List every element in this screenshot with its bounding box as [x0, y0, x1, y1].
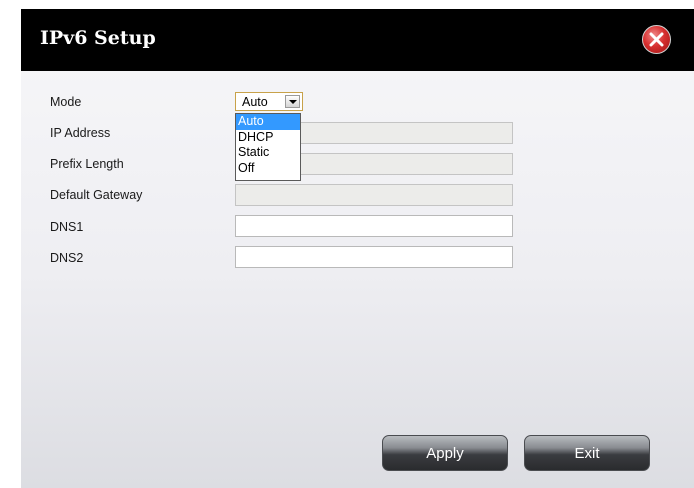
mode-select[interactable]: Auto [235, 92, 303, 111]
mode-option-static[interactable]: Static [236, 145, 300, 161]
mode-label: Mode [50, 95, 82, 109]
dns1-field[interactable] [235, 215, 513, 237]
chevron-down-icon[interactable] [285, 95, 300, 108]
dns1-label: DNS1 [50, 220, 84, 234]
mode-dropdown-list: Auto DHCP Static Off [235, 113, 301, 181]
default-gateway-label: Default Gateway [50, 188, 143, 202]
dialog-titlebar: IPv6 Setup [21, 9, 694, 71]
dns2-label: DNS2 [50, 251, 84, 265]
default-gateway-field[interactable] [235, 184, 513, 206]
dns2-field[interactable] [235, 246, 513, 268]
ip-address-label: IP Address [50, 126, 111, 140]
exit-button[interactable]: Exit [524, 435, 650, 471]
mode-option-dhcp[interactable]: DHCP [236, 130, 300, 146]
apply-button[interactable]: Apply [382, 435, 508, 471]
mode-select-value: Auto [242, 95, 268, 109]
close-icon [649, 32, 664, 47]
exit-button-label: Exit [574, 445, 600, 462]
prefix-length-label: Prefix Length [50, 157, 124, 171]
ipv6-setup-dialog: IPv6 Setup Mode Auto Auto DHCP Static Of… [21, 9, 694, 488]
mode-option-auto[interactable]: Auto [236, 114, 300, 130]
mode-option-off[interactable]: Off [236, 161, 300, 177]
close-button[interactable] [642, 25, 671, 54]
apply-button-label: Apply [426, 445, 464, 462]
dialog-title: IPv6 Setup [40, 27, 156, 49]
